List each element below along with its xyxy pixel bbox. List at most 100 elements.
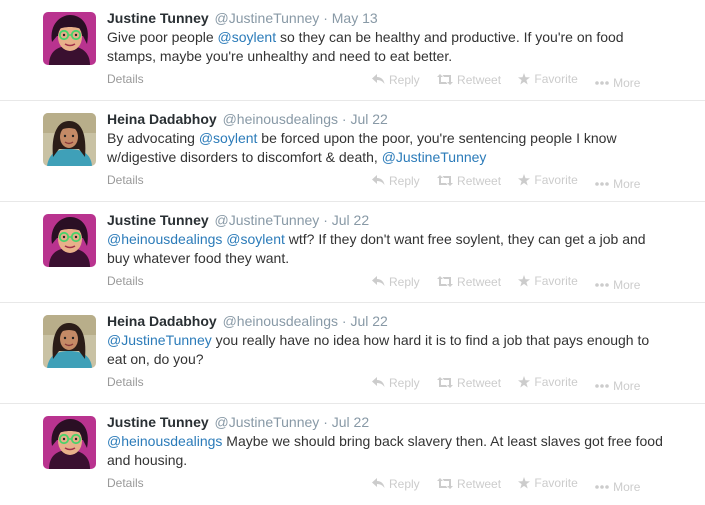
reply-button[interactable]: Reply <box>372 477 420 491</box>
favorite-label: Favorite <box>534 72 578 86</box>
avatar-image <box>43 113 96 166</box>
details-link[interactable]: Details <box>107 274 144 288</box>
author-handle[interactable]: @JustineTunney <box>215 212 320 228</box>
more-button[interactable]: More <box>595 278 640 292</box>
tweet-text: @JustineTunney you really have no idea h… <box>107 331 667 369</box>
avatar[interactable] <box>43 214 96 267</box>
retweet-button[interactable]: Retweet <box>437 376 501 390</box>
reply-label: Reply <box>389 173 420 188</box>
tweet-text: @heinousdealings Maybe we should bring b… <box>107 432 667 470</box>
details-link[interactable]: Details <box>107 72 144 86</box>
timestamp[interactable]: Jul 22 <box>332 414 369 430</box>
timestamp[interactable]: Jul 22 <box>332 212 369 228</box>
tweet[interactable]: Heina Dadabhoy @heinousdealings · Jul 22… <box>0 303 705 404</box>
tweet-header: Heina Dadabhoy @heinousdealings · Jul 22 <box>107 312 388 330</box>
reply-icon <box>372 74 385 84</box>
author-handle[interactable]: @JustineTunney <box>215 10 320 26</box>
retweet-button[interactable]: Retweet <box>437 477 501 491</box>
reply-button[interactable]: Reply <box>372 275 420 289</box>
author-name[interactable]: Heina Dadabhoy <box>107 111 217 127</box>
avatar-image <box>43 416 96 469</box>
reply-icon <box>372 276 385 286</box>
retweet-button[interactable]: Retweet <box>437 275 501 289</box>
more-button[interactable]: More <box>595 379 640 393</box>
more-button[interactable]: More <box>595 177 640 191</box>
reply-button[interactable]: Reply <box>372 174 420 188</box>
separator: · <box>341 111 347 127</box>
favorite-button[interactable]: Favorite <box>518 476 578 490</box>
avatar[interactable] <box>43 113 96 166</box>
favorite-label: Favorite <box>534 173 578 187</box>
tweet-actions: Reply Retweet Favorite More <box>372 72 640 90</box>
reply-icon <box>372 377 385 387</box>
tweet-header: Justine Tunney @JustineTunney · Jul 22 <box>107 211 369 229</box>
author-handle[interactable]: @heinousdealings <box>223 313 338 329</box>
favorite-button[interactable]: Favorite <box>518 72 578 86</box>
retweet-icon <box>437 175 454 186</box>
more-button[interactable]: More <box>595 480 640 494</box>
details-link[interactable]: Details <box>107 476 144 490</box>
favorite-button[interactable]: Favorite <box>518 274 578 288</box>
retweet-icon <box>437 276 454 287</box>
separator: · <box>323 212 328 228</box>
mention-link[interactable]: @soylent <box>199 130 258 146</box>
star-icon <box>518 174 531 186</box>
retweet-label: Retweet <box>457 173 502 188</box>
tweet[interactable]: Justine Tunney @JustineTunney · May 13 G… <box>0 0 705 101</box>
tweet-text: By advocating @soylent be forced upon th… <box>107 129 667 167</box>
mention-link[interactable]: @soylent <box>218 29 277 45</box>
tweet-timeline: Justine Tunney @JustineTunney · May 13 G… <box>0 0 705 505</box>
details-link[interactable]: Details <box>107 375 144 389</box>
retweet-icon <box>437 478 454 489</box>
avatar[interactable] <box>43 315 96 368</box>
ellipsis-icon <box>595 283 609 287</box>
reply-label: Reply <box>389 72 420 87</box>
author-name[interactable]: Justine Tunney <box>107 212 209 228</box>
reply-label: Reply <box>389 274 420 289</box>
avatar[interactable] <box>43 416 96 469</box>
author-name[interactable]: Justine Tunney <box>107 10 209 26</box>
ellipsis-icon <box>595 182 609 186</box>
favorite-button[interactable]: Favorite <box>518 173 578 187</box>
details-link[interactable]: Details <box>107 173 144 187</box>
reply-button[interactable]: Reply <box>372 376 420 390</box>
tweet[interactable]: Justine Tunney @JustineTunney · Jul 22 @… <box>0 404 705 505</box>
reply-label: Reply <box>389 375 420 390</box>
more-label: More <box>613 76 641 90</box>
ellipsis-icon <box>595 384 609 388</box>
tweet-header: Justine Tunney @JustineTunney · May 13 <box>107 9 378 27</box>
retweet-button[interactable]: Retweet <box>437 174 501 188</box>
text-segment: Give poor people <box>107 29 218 45</box>
mention-link[interactable]: @heinousdealings <box>107 433 222 449</box>
tweet[interactable]: Justine Tunney @JustineTunney · Jul 22 @… <box>0 202 705 303</box>
mention-link[interactable]: @heinousdealings <box>107 231 222 247</box>
mention-link[interactable]: @JustineTunney <box>107 332 212 348</box>
more-label: More <box>613 480 641 494</box>
retweet-icon <box>437 377 454 388</box>
author-name[interactable]: Heina Dadabhoy <box>107 313 217 329</box>
reply-icon <box>372 175 385 185</box>
author-handle[interactable]: @heinousdealings <box>223 111 338 127</box>
tweet-header: Justine Tunney @JustineTunney · Jul 22 <box>107 413 369 431</box>
reply-button[interactable]: Reply <box>372 73 420 87</box>
retweet-button[interactable]: Retweet <box>437 73 501 87</box>
avatar-image <box>43 315 96 368</box>
timestamp[interactable]: Jul 22 <box>350 111 387 127</box>
more-label: More <box>613 278 641 292</box>
timestamp[interactable]: Jul 22 <box>350 313 387 329</box>
timestamp[interactable]: May 13 <box>332 10 378 26</box>
reply-label: Reply <box>389 476 420 491</box>
avatar-image <box>43 12 96 65</box>
author-name[interactable]: Justine Tunney <box>107 414 209 430</box>
more-label: More <box>613 379 641 393</box>
star-icon <box>518 275 531 287</box>
favorite-label: Favorite <box>534 274 578 288</box>
favorite-button[interactable]: Favorite <box>518 375 578 389</box>
tweet-actions: Reply Retweet Favorite More <box>372 375 640 393</box>
author-handle[interactable]: @JustineTunney <box>215 414 320 430</box>
tweet[interactable]: Heina Dadabhoy @heinousdealings · Jul 22… <box>0 101 705 202</box>
mention-link[interactable]: @JustineTunney <box>382 149 487 165</box>
mention-link[interactable]: @soylent <box>226 231 285 247</box>
avatar[interactable] <box>43 12 96 65</box>
more-button[interactable]: More <box>595 76 640 90</box>
